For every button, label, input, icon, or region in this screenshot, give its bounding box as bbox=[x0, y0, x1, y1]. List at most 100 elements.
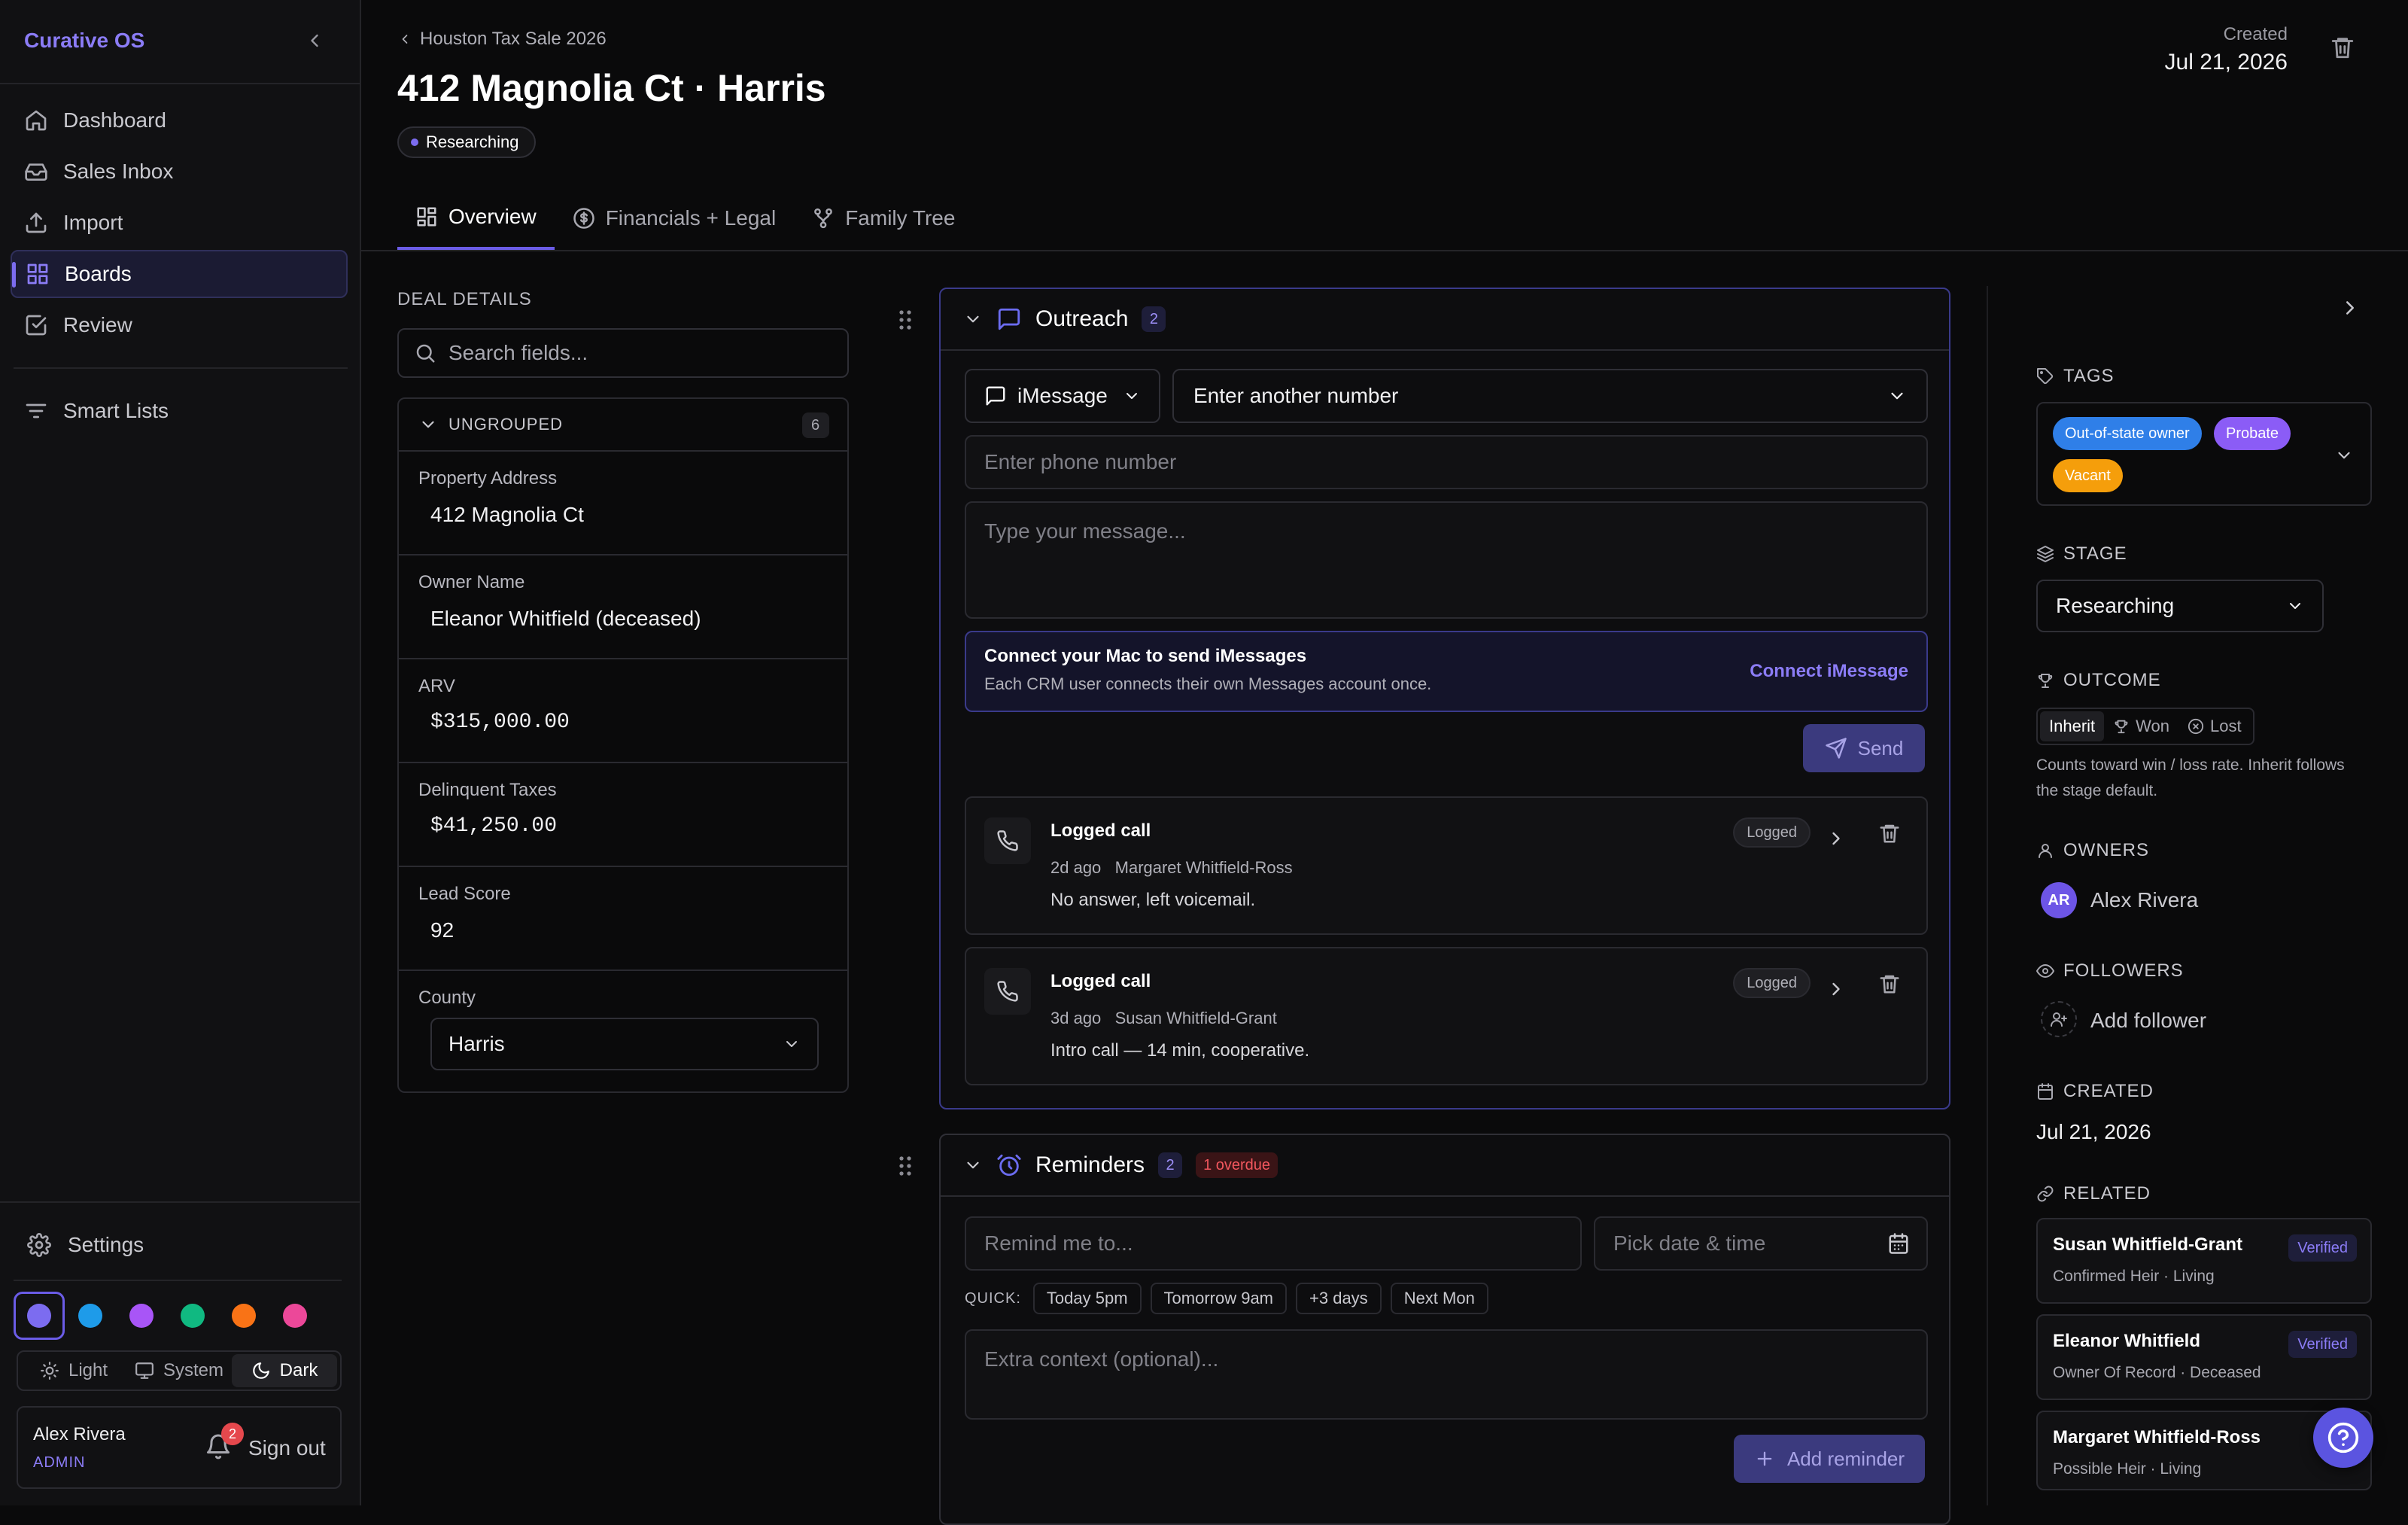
collapse-right-panel-chevron-icon[interactable] bbox=[2339, 297, 2361, 319]
group-header[interactable]: UNGROUPED 6 bbox=[399, 399, 847, 452]
layout-icon bbox=[415, 205, 438, 228]
accent-swatch-green[interactable] bbox=[167, 1292, 218, 1340]
quick-chip[interactable]: Next Mon bbox=[1390, 1283, 1488, 1314]
tags-field[interactable]: Out-of-state owner Probate Vacant bbox=[2036, 402, 2372, 506]
send-button[interactable]: Send bbox=[1803, 724, 1925, 772]
accent-swatch-purple[interactable] bbox=[116, 1292, 167, 1340]
add-follower-icon-button[interactable] bbox=[2041, 1001, 2077, 1037]
chevron-right-icon[interactable] bbox=[1826, 828, 1847, 849]
chevron-right-icon[interactable] bbox=[1826, 979, 1847, 1000]
connect-imessage-banner: Connect your Mac to send iMessages Each … bbox=[965, 631, 1928, 712]
chevron-down-icon[interactable] bbox=[963, 1155, 983, 1175]
drag-handle-icon[interactable] bbox=[897, 1155, 914, 1177]
gear-icon bbox=[27, 1233, 51, 1257]
accent-swatch-violet[interactable] bbox=[14, 1292, 65, 1340]
quick-chip[interactable]: +3 days bbox=[1296, 1283, 1382, 1314]
outcome-heading: OUTCOME bbox=[2036, 670, 2161, 691]
swatch-dot bbox=[181, 1304, 205, 1328]
settings-link[interactable]: Settings bbox=[11, 1221, 348, 1269]
phone-icon bbox=[996, 829, 1019, 852]
chevron-down-icon[interactable] bbox=[963, 309, 983, 329]
owner-name[interactable]: Alex Rivera bbox=[2090, 888, 2198, 912]
connect-subtitle: Each CRM user connects their own Message… bbox=[984, 674, 1432, 693]
channel-value: iMessage bbox=[1017, 384, 1108, 407]
sidebar-item-import[interactable]: Import bbox=[11, 199, 348, 247]
related-subtitle: Owner Of Record · Deceased bbox=[2053, 1364, 2261, 1381]
field-value[interactable]: 412 Magnolia Ct bbox=[430, 503, 584, 527]
trash-icon[interactable] bbox=[1878, 822, 1901, 845]
sidebar-item-sales-inbox[interactable]: Sales Inbox bbox=[11, 148, 348, 196]
outreach-header[interactable]: Outreach 2 bbox=[941, 289, 1949, 351]
collapse-sidebar-icon[interactable] bbox=[304, 30, 325, 51]
theme-dark-option[interactable]: Dark bbox=[232, 1354, 337, 1387]
extra-context-textarea[interactable]: Extra context (optional)... bbox=[965, 1329, 1928, 1420]
outcome-won-option[interactable]: Won bbox=[2104, 711, 2178, 741]
connect-title: Connect your Mac to send iMessages bbox=[984, 646, 1307, 666]
outcome-inherit-option[interactable]: Inherit bbox=[2040, 711, 2105, 741]
related-person-card[interactable]: Susan Whitfield-Grant Confirmed Heir · L… bbox=[2036, 1218, 2372, 1304]
add-reminder-button[interactable]: Add reminder bbox=[1734, 1435, 1925, 1483]
phone-number-input[interactable]: Enter phone number bbox=[965, 435, 1928, 489]
tag-chip[interactable]: Out-of-state owner bbox=[2053, 417, 2202, 450]
field-value[interactable]: Eleanor Whitfield (deceased) bbox=[430, 607, 701, 631]
verified-badge: Verified bbox=[2288, 1331, 2357, 1358]
theme-system-option[interactable]: System bbox=[126, 1354, 232, 1387]
message-textarea[interactable]: Type your message... bbox=[965, 501, 1928, 619]
date-time-picker[interactable]: Pick date & time bbox=[1594, 1216, 1928, 1271]
county-select[interactable]: Harris bbox=[430, 1018, 819, 1070]
status-badge[interactable]: Researching bbox=[397, 126, 536, 158]
sidebar-item-boards[interactable]: Boards bbox=[11, 250, 348, 298]
sidebar-item-review[interactable]: Review bbox=[11, 301, 348, 349]
followers-label: FOLLOWERS bbox=[2063, 960, 2184, 981]
tab-label: Family Tree bbox=[845, 206, 956, 230]
swatch-dot bbox=[27, 1304, 51, 1328]
field-value[interactable]: 92 bbox=[430, 918, 454, 942]
chevron-down-icon[interactable] bbox=[2334, 446, 2354, 465]
sign-out-button[interactable]: Sign out bbox=[248, 1436, 326, 1460]
field-search-input[interactable]: Search fields... bbox=[397, 328, 849, 378]
brand-logo[interactable]: Curative OS bbox=[24, 29, 144, 53]
field-lead-score: Lead Score 92 bbox=[399, 867, 847, 971]
connect-imessage-link[interactable]: Connect iMessage bbox=[1750, 661, 1908, 682]
breadcrumb[interactable]: Houston Tax Sale 2026 bbox=[397, 29, 607, 50]
sidebar-item-dashboard[interactable]: Dashboard bbox=[11, 96, 348, 145]
home-icon bbox=[24, 108, 48, 132]
field-value[interactable]: $315,000.00 bbox=[430, 711, 570, 734]
divider bbox=[0, 1201, 361, 1203]
sidebar-item-smart-lists[interactable]: Smart Lists bbox=[11, 387, 348, 435]
channel-select[interactable]: iMessage bbox=[965, 369, 1160, 423]
log-meta: 2d ago Margaret Whitfield-Ross bbox=[1050, 858, 1293, 877]
related-heading: RELATED bbox=[2036, 1183, 2151, 1204]
divider bbox=[14, 367, 348, 369]
quick-chip[interactable]: Tomorrow 9am bbox=[1150, 1283, 1288, 1314]
tag-chip[interactable]: Vacant bbox=[2053, 459, 2123, 492]
accent-swatch-pink[interactable] bbox=[269, 1292, 321, 1340]
field-value[interactable]: $41,250.00 bbox=[430, 814, 557, 838]
reminders-header[interactable]: Reminders 2 1 overdue bbox=[941, 1135, 1949, 1197]
related-person-card[interactable]: Eleanor Whitfield Owner Of Record · Dece… bbox=[2036, 1314, 2372, 1400]
log-icon-box bbox=[984, 817, 1031, 864]
tag-chip[interactable]: Probate bbox=[2214, 417, 2291, 450]
user-icon bbox=[2036, 842, 2054, 860]
log-body: No answer, left voicemail. bbox=[1050, 890, 1256, 910]
recipient-number-select[interactable]: Enter another number bbox=[1172, 369, 1928, 423]
grid-icon bbox=[26, 262, 50, 286]
theme-light-option[interactable]: Light bbox=[21, 1354, 126, 1387]
outcome-lost-option[interactable]: Lost bbox=[2178, 711, 2251, 741]
accent-swatch-blue[interactable] bbox=[65, 1292, 116, 1340]
outreach-title: Outreach bbox=[1035, 306, 1129, 331]
drag-handle-icon[interactable] bbox=[897, 309, 914, 331]
plus-icon bbox=[1754, 1448, 1775, 1469]
trash-icon[interactable] bbox=[1878, 973, 1901, 995]
quick-chip[interactable]: Today 5pm bbox=[1032, 1283, 1142, 1314]
tab-overview[interactable]: Overview bbox=[397, 187, 555, 250]
tab-family-tree[interactable]: Family Tree bbox=[794, 187, 973, 250]
log-title: Logged call bbox=[1050, 820, 1151, 841]
delete-deal-trash-icon[interactable] bbox=[2330, 35, 2355, 60]
accent-swatch-orange[interactable] bbox=[218, 1292, 269, 1340]
tab-financials-legal[interactable]: Financials + Legal bbox=[555, 187, 794, 250]
remind-me-input[interactable]: Remind me to... bbox=[965, 1216, 1582, 1271]
add-follower-button[interactable]: Add follower bbox=[2090, 1009, 2206, 1033]
stage-select[interactable]: Researching bbox=[2036, 580, 2324, 632]
help-button[interactable] bbox=[2313, 1408, 2373, 1468]
